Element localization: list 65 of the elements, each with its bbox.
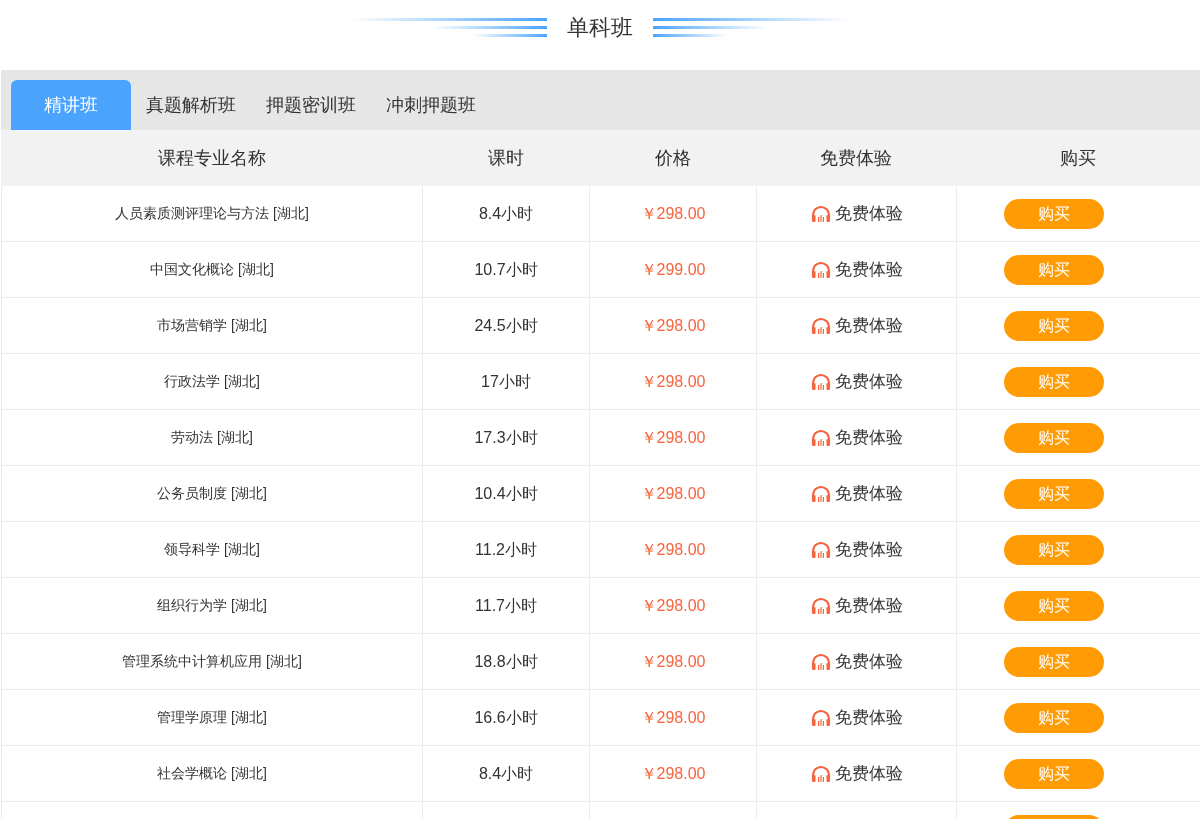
free-trial-link[interactable]: 免费体验 [834,480,903,507]
course-price: ￥298.00 [640,763,706,784]
column-header: 价格 [654,146,691,170]
course-name: 人员素质测评理论与方法 [湖北] [115,204,309,223]
course-hours: 16.6小时 [474,707,538,728]
tab[interactable]: 押题密训班 [251,80,371,130]
course-hours: 11.2小时 [475,539,537,560]
free-trial-link[interactable]: 免费体验 [834,424,903,451]
course-hours: 17小时 [481,371,531,392]
headphones-icon [810,428,831,447]
column-header: 免费体验 [820,146,892,170]
course-name: 市场营销学 [湖北] [157,316,267,335]
column-header: 课程专业名称 [157,146,266,170]
free-trial-link[interactable]: 免费体验 [834,536,903,563]
course-price: ￥298.00 [640,651,706,672]
course-hours: 17.3小时 [474,427,538,448]
course-name: 行政法学 [湖北] [164,372,260,391]
course-price: ￥298.00 [640,707,706,728]
headphones-icon [810,316,831,335]
course-name: 劳动法 [湖北] [171,428,253,447]
tab[interactable]: 真题解析班 [131,80,251,130]
course-hours: 10.7小时 [474,259,538,280]
decorative-lines-icon [653,17,848,37]
course-price: ￥298.00 [640,595,706,616]
course-name: 中国文化概论 [湖北] [150,260,274,279]
free-trial-link[interactable]: 免费体验 [834,256,903,283]
headphones-icon [810,372,831,391]
course-hours: 8.4小时 [478,203,534,224]
headphones-icon [810,652,831,671]
headphones-icon [810,204,831,223]
headphones-icon [810,484,831,503]
course-name: 社会学概论 [湖北] [157,764,267,783]
headphones-icon [810,708,831,727]
course-price: ￥298.00 [640,483,706,504]
free-trial-link[interactable]: 免费体验 [834,648,903,675]
tab[interactable]: 冲刺押题班 [371,80,491,130]
free-trial-link[interactable]: 免费体验 [834,368,903,395]
free-trial-link[interactable]: 免费体验 [834,312,903,339]
course-hours: 11.7小时 [475,595,537,616]
course-price: ￥298.00 [640,371,706,392]
course-hours: 10.4小时 [474,483,538,504]
course-hours: 18.8小时 [474,651,538,672]
column-header: 课时 [487,146,524,170]
course-hours: 24.5小时 [474,315,538,336]
headphones-icon [810,540,831,559]
free-trial-link[interactable]: 免费体验 [834,592,903,619]
headphones-icon [810,764,831,783]
course-name: 管理系统中计算机应用 [湖北] [122,652,302,671]
course-name: 组织行为学 [湖北] [157,596,267,615]
course-price: ￥298.00 [640,315,706,336]
section-title: 单科班 [567,13,633,42]
free-trial-link[interactable]: 免费体验 [834,704,903,731]
course-price: ￥298.00 [640,427,706,448]
free-trial-link[interactable]: 免费体验 [834,200,903,227]
headphones-icon [810,596,831,615]
course-name: 管理学原理 [湖北] [157,708,267,727]
free-trial-link[interactable]: 免费体验 [834,760,903,787]
course-name: 公务员制度 [湖北] [157,484,267,503]
course-name: 领导科学 [湖北] [164,540,260,559]
course-price: ￥299.00 [640,259,706,280]
column-header: 购买 [1060,146,1096,170]
course-hours: 8.4小时 [478,763,534,784]
course-price: ￥298.00 [640,203,706,224]
headphones-icon [810,260,831,279]
course-price: ￥298.00 [640,539,706,560]
